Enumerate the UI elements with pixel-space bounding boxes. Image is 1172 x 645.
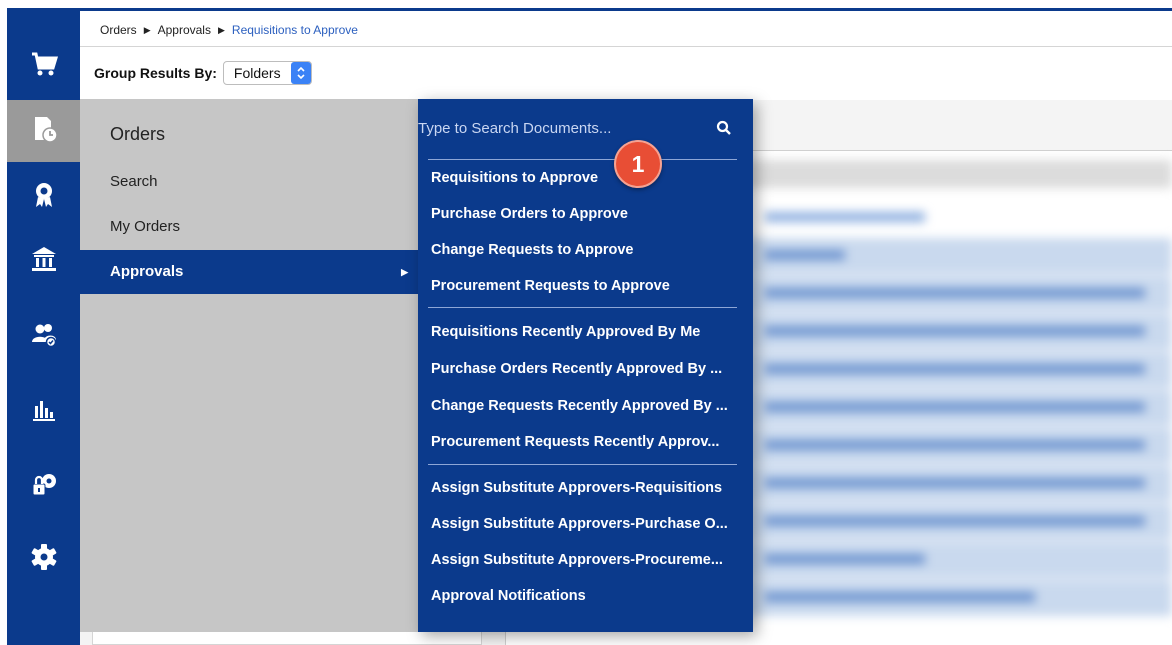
submenu-item-assign-substitute-procurement[interactable]: Assign Substitute Approvers-Procureme... [431,542,751,578]
submenu-item-requisitions-recently-approved[interactable]: Requisitions Recently Approved By Me [431,314,751,350]
approvals-submenu: Requisitions to Approve Purchase Orders … [418,99,753,632]
settings-gear-icon [29,542,59,577]
divider [80,46,1172,47]
award-icon [29,180,59,215]
breadcrumb-orders[interactable]: Orders [100,23,137,37]
admin-lock-icon [29,469,59,504]
breadcrumb-separator-icon: ▶ [143,24,151,35]
menu-item-label: Search [110,173,158,190]
menu-item-label: My Orders [110,218,181,235]
submenu-item-procurement-requests-recently-approved[interactable]: Procurement Requests Recently Approv... [431,424,751,460]
breadcrumb: Orders ▶ Approvals ▶ Requisitions to App… [100,23,358,37]
rail-orders[interactable] [7,100,80,162]
rail-settings[interactable] [7,528,80,590]
divider [428,464,737,465]
orders-flyout-menu: Orders Search My Orders Approvals ▶ [80,99,418,632]
rail-admin[interactable] [7,455,80,517]
reports-icon [29,394,59,429]
rail-users[interactable] [7,306,80,368]
submenu-item-purchase-orders-recently-approved[interactable]: Purchase Orders Recently Approved By ... [431,351,751,387]
submenu-item-assign-substitute-requisitions[interactable]: Assign Substitute Approvers-Requisitions [431,470,751,506]
menu-item-label: Approvals [110,263,184,280]
divider [428,307,737,308]
rail-cart[interactable] [7,35,80,97]
chevron-right-icon: ▶ [401,267,408,277]
search-icon[interactable] [716,120,732,136]
orders-history-icon [29,114,59,149]
group-results-by: Group Results By: Folders [94,61,312,85]
rail-bank[interactable] [7,230,80,292]
submenu-item-procurement-requests-to-approve[interactable]: Procurement Requests to Approve [431,268,751,304]
document-search [418,111,753,145]
menu-item-my-orders[interactable]: My Orders [80,205,418,249]
submenu-item-change-requests-to-approve[interactable]: Change Requests to Approve [431,232,751,268]
submenu-item-change-requests-recently-approved[interactable]: Change Requests Recently Approved By ... [431,388,751,424]
breadcrumb-current[interactable]: Requisitions to Approve [232,23,358,37]
rail-award[interactable] [7,166,80,228]
app-frame: { "breadcrumb": { "items": ["Orders", "A… [0,0,1172,645]
menu-item-approvals[interactable]: Approvals ▶ [80,250,418,294]
cart-icon [29,49,59,84]
breadcrumb-approvals[interactable]: Approvals [158,23,211,37]
blurred-results-list [745,160,1172,630]
submenu-item-requisitions-to-approve[interactable]: Requisitions to Approve [431,160,751,196]
submenu-item-purchase-orders-to-approve[interactable]: Purchase Orders to Approve [431,196,751,232]
group-by-select[interactable]: Folders [222,61,312,85]
group-by-label: Group Results By: [94,65,217,81]
step-callout-badge: 1 [614,140,662,188]
menu-item-search[interactable]: Search [80,160,418,204]
menu-title: Orders [110,124,166,144]
users-icon [29,320,59,355]
breadcrumb-separator-icon: ▶ [217,24,225,35]
bank-icon [29,244,59,279]
group-by-value: Folders [233,65,281,81]
header-top-border [7,8,1172,11]
submenu-item-assign-substitute-purchase-orders[interactable]: Assign Substitute Approvers-Purchase O..… [431,506,751,542]
search-input[interactable] [418,111,708,145]
left-icon-rail [7,8,80,645]
submenu-item-approval-notifications[interactable]: Approval Notifications [431,578,751,614]
rail-reports[interactable] [7,380,80,442]
select-stepper-icon [290,62,311,84]
